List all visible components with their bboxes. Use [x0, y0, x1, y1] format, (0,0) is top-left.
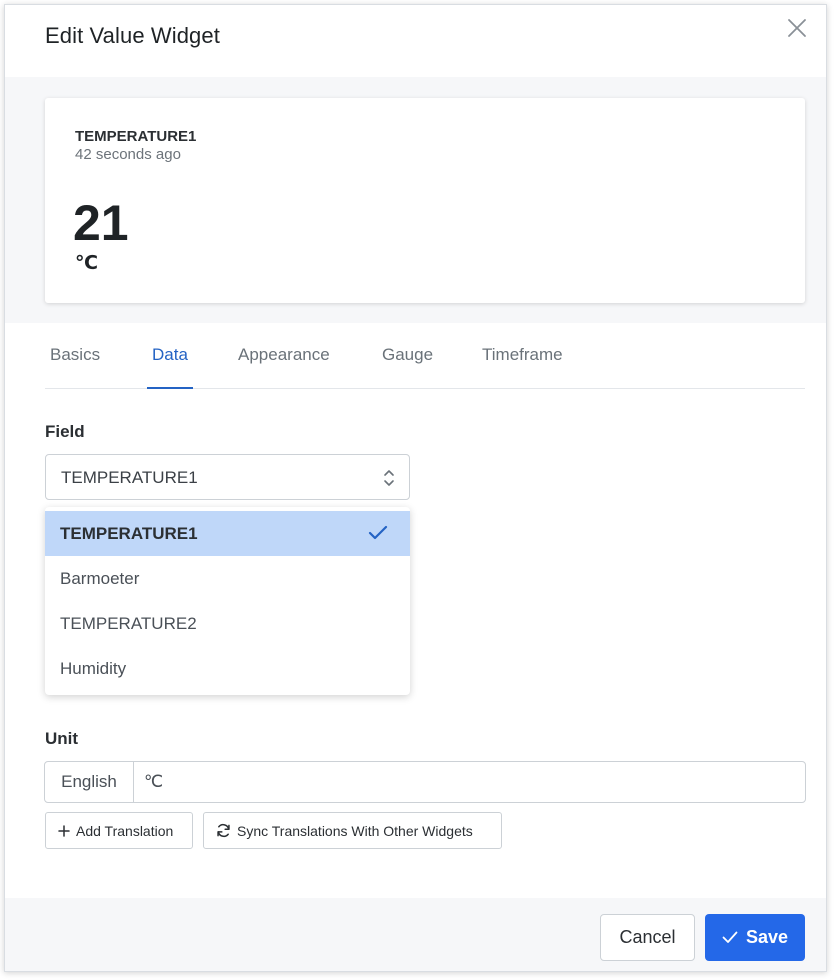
widget-preview-card: TEMPERATURE1 42 seconds ago 21 ℃: [45, 98, 805, 303]
preview-unit: ℃: [75, 253, 99, 274]
tab-gauge[interactable]: Gauge: [377, 345, 438, 389]
field-select[interactable]: TEMPERATURE1: [45, 454, 410, 500]
preview-timestamp: 42 seconds ago: [75, 146, 181, 163]
unit-language-addon: English: [45, 762, 134, 802]
tab-data[interactable]: Data: [147, 345, 193, 389]
field-option-temperature2[interactable]: TEMPERATURE2: [45, 601, 410, 646]
save-label: Save: [745, 927, 789, 947]
modal-header: Edit Value Widget: [5, 5, 826, 77]
modal-footer: Cancel Save: [5, 898, 826, 971]
close-icon: [788, 19, 806, 37]
sync-translations-label: Sync Translations With Other Widgets: [237, 822, 473, 839]
save-button[interactable]: Save: [705, 914, 805, 961]
add-translation-button[interactable]: Add Translation: [45, 812, 193, 849]
preview-value: 21: [73, 195, 129, 251]
unit-input[interactable]: [135, 762, 805, 802]
field-select-value: TEMPERATURE1: [61, 468, 198, 487]
check-icon: [722, 931, 738, 943]
add-translation-label: Add Translation: [76, 822, 174, 839]
refresh-icon: [217, 823, 230, 838]
field-dropdown-menu: TEMPERATURE1 Barmoeter TEMPERATURE2 Humi…: [45, 507, 410, 695]
tab-appearance[interactable]: Appearance: [233, 345, 335, 389]
tab-timeframe[interactable]: Timeframe: [477, 345, 568, 389]
unit-input-group: English: [44, 761, 806, 803]
field-option-barmoeter[interactable]: Barmoeter: [45, 556, 410, 601]
field-label: Field: [45, 422, 85, 441]
preview-field-name: TEMPERATURE1: [75, 128, 197, 145]
tab-basics[interactable]: Basics: [45, 345, 105, 389]
field-option-temperature1[interactable]: TEMPERATURE1: [45, 511, 410, 556]
option-label: TEMPERATURE1: [60, 524, 198, 543]
field-option-humidity[interactable]: Humidity: [45, 646, 410, 691]
close-button[interactable]: [786, 17, 808, 39]
modal-title: Edit Value Widget: [45, 23, 220, 48]
cancel-button[interactable]: Cancel: [600, 914, 695, 961]
tab-bar: Basics Data Appearance Gauge Timeframe: [45, 323, 805, 389]
plus-icon: [58, 824, 70, 837]
edit-widget-modal: Edit Value Widget TEMPERATURE1 42 second…: [4, 4, 827, 972]
check-icon: [368, 525, 388, 540]
unit-label: Unit: [45, 729, 79, 748]
chevron-up-down-icon: [384, 470, 394, 486]
sync-translations-button[interactable]: Sync Translations With Other Widgets: [203, 812, 502, 849]
widget-preview-area: TEMPERATURE1 42 seconds ago 21 ℃: [5, 77, 826, 323]
